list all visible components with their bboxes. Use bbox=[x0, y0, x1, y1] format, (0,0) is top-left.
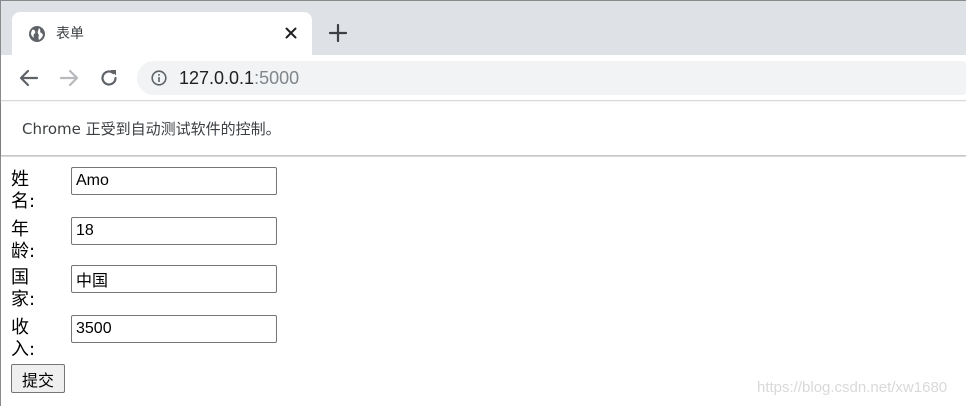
submit-button[interactable]: 提交 bbox=[11, 364, 65, 393]
url-host: 127.0.0.1 bbox=[179, 68, 255, 88]
url-port: :5000 bbox=[254, 68, 300, 88]
toolbar: 127.0.0.1:5000 bbox=[1, 55, 966, 101]
back-arrow-icon[interactable] bbox=[18, 67, 40, 89]
url-text[interactable]: 127.0.0.1:5000 bbox=[179, 67, 299, 89]
browser-window: 表单 127.0.0.1:5000 Chrome 正受到自动测试软件的控制。 姓… bbox=[0, 0, 966, 406]
tab-title: 表单 bbox=[56, 26, 84, 42]
address-bar[interactable]: 127.0.0.1:5000 bbox=[137, 61, 966, 95]
infobar-text: Chrome 正受到自动测试软件的控制。 bbox=[22, 120, 281, 138]
income-label: 收入: bbox=[11, 317, 36, 360]
globe-icon bbox=[28, 25, 46, 43]
age-input[interactable] bbox=[71, 217, 277, 245]
name-input[interactable] bbox=[71, 167, 277, 195]
country-input[interactable] bbox=[71, 265, 277, 293]
page-content: 姓名: 年龄: 国家: 收入: 提交 https://blog.csdn.net… bbox=[1, 157, 966, 406]
name-label: 姓名: bbox=[11, 169, 36, 212]
close-icon[interactable] bbox=[282, 24, 300, 42]
tab-strip: 表单 bbox=[1, 1, 966, 55]
active-tab[interactable]: 表单 bbox=[12, 12, 312, 55]
reload-icon[interactable] bbox=[98, 67, 120, 89]
age-label: 年龄: bbox=[11, 219, 36, 262]
country-label: 国家: bbox=[11, 267, 36, 310]
forward-arrow-icon[interactable] bbox=[58, 67, 80, 89]
watermark-text: https://blog.csdn.net/xw1680 bbox=[757, 379, 948, 396]
info-icon[interactable] bbox=[151, 70, 167, 86]
income-input[interactable] bbox=[71, 315, 277, 343]
automation-infobar: Chrome 正受到自动测试软件的控制。 bbox=[1, 102, 966, 156]
plus-icon[interactable] bbox=[327, 22, 349, 44]
